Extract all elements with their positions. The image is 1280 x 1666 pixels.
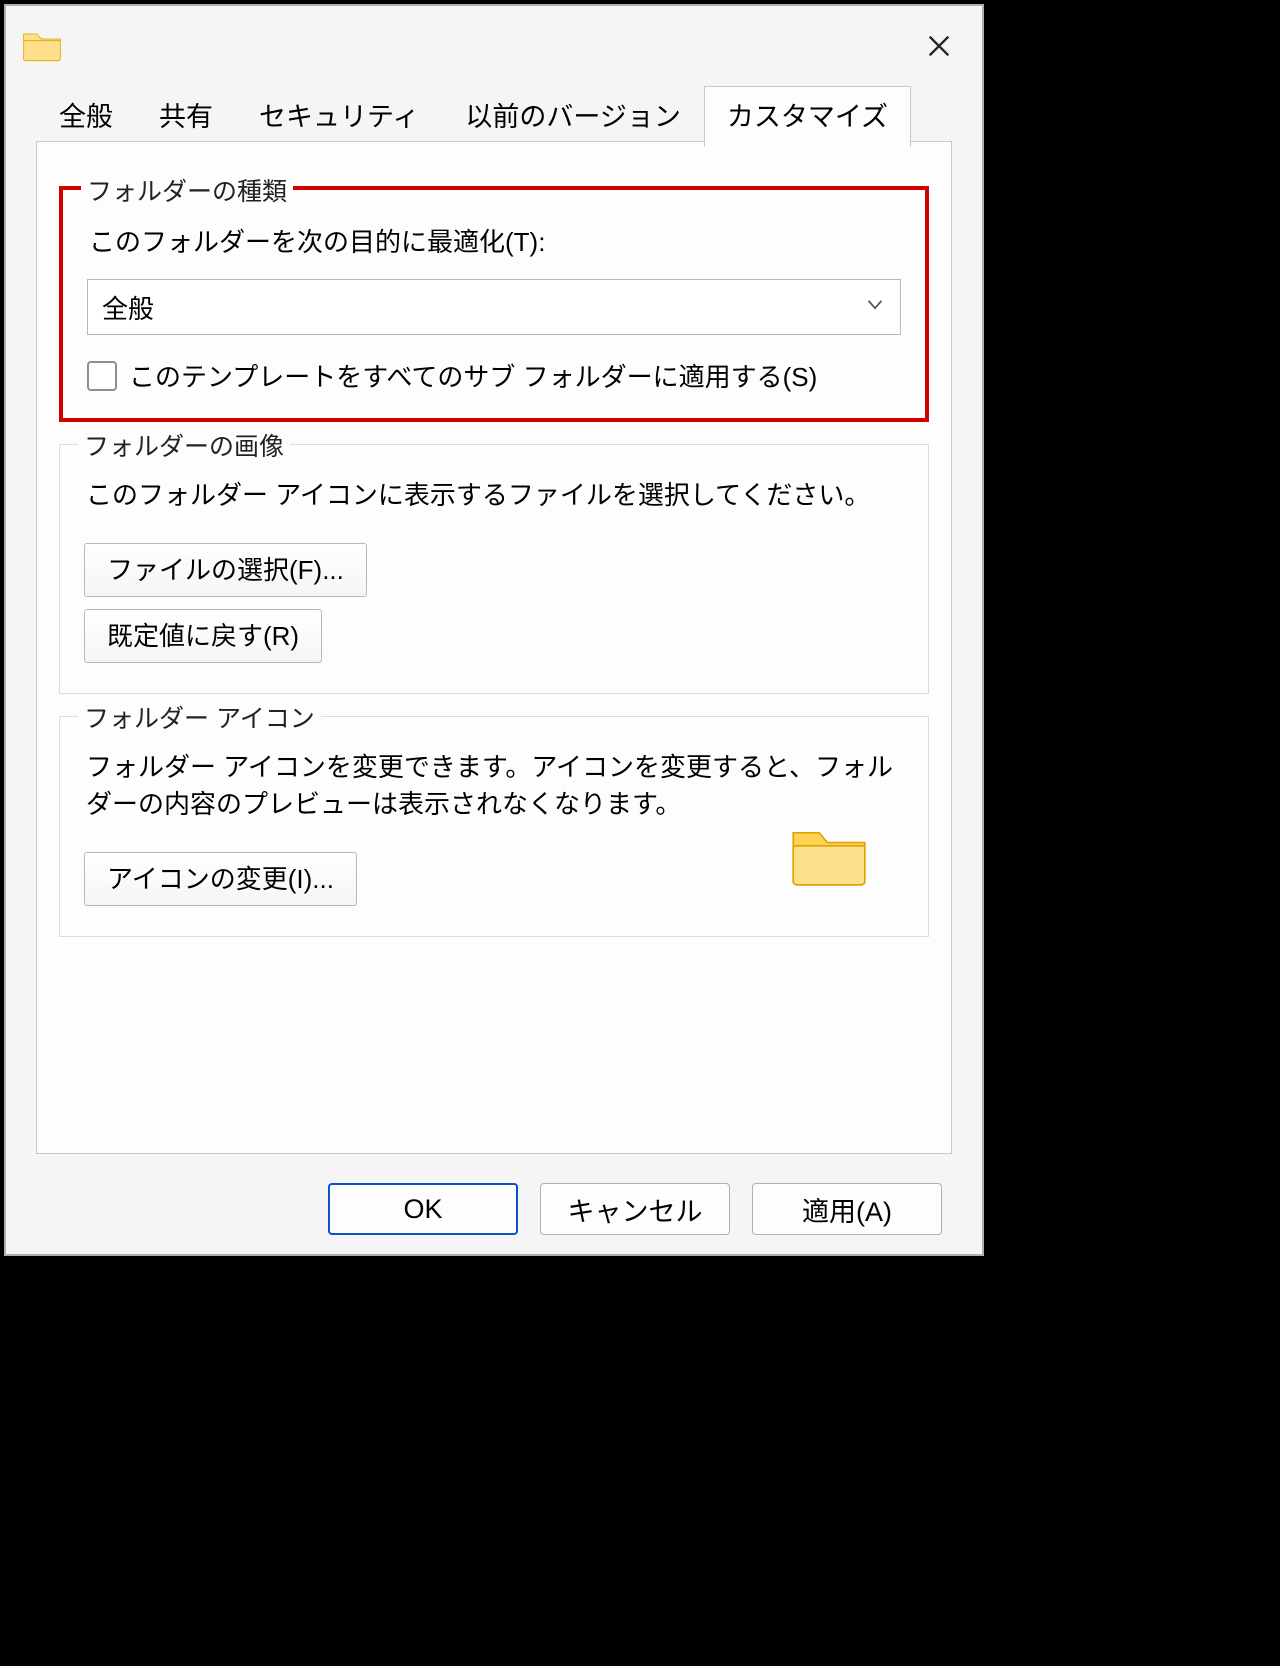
cancel-button[interactable]: キャンセル	[540, 1183, 730, 1235]
optimize-for-combo[interactable]: 全般	[87, 279, 901, 335]
tab-customize[interactable]: カスタマイズ	[704, 86, 911, 147]
folder-icon	[22, 29, 62, 63]
group-folder-image: フォルダーの画像 このフォルダー アイコンに表示するファイルを選択してください。…	[59, 444, 929, 694]
tab-general[interactable]: 全般	[36, 86, 136, 147]
group-folder-type-title: フォルダーの種類	[81, 172, 293, 208]
tab-security[interactable]: セキュリティ	[236, 86, 442, 147]
close-button[interactable]	[904, 16, 974, 76]
choose-file-button[interactable]: ファイルの選択(F)...	[84, 543, 367, 597]
optimize-for-value: 全般	[102, 289, 154, 326]
group-folder-type: フォルダーの種類 このフォルダーを次の目的に最適化(T): 全般 このテンプレー…	[59, 186, 929, 422]
group-folder-icon: フォルダー アイコン フォルダー アイコンを変更できます。アイコンを変更すると、…	[59, 716, 929, 937]
tab-share[interactable]: 共有	[136, 86, 236, 147]
folder-icon-preview	[790, 823, 868, 887]
apply-subfolders-checkbox[interactable]	[87, 361, 117, 391]
folder-image-desc: このフォルダー アイコンに表示するファイルを選択してください。	[86, 477, 902, 515]
optimize-for-label: このフォルダーを次の目的に最適化(T):	[89, 222, 899, 259]
group-folder-image-title: フォルダーの画像	[78, 427, 290, 463]
restore-default-button[interactable]: 既定値に戻す(R)	[84, 609, 322, 663]
folder-icon-desc: フォルダー アイコンを変更できます。アイコンを変更すると、フォルダーの内容のプレ…	[86, 749, 902, 824]
tab-versions[interactable]: 以前のバージョン	[442, 86, 703, 147]
dialog-footer: OK キャンセル 適用(A)	[6, 1164, 982, 1254]
tab-strip: 全般 共有 セキュリティ 以前のバージョン カスタマイズ	[36, 86, 952, 147]
tab-content-customize: フォルダーの種類 このフォルダーを次の目的に最適化(T): 全般 このテンプレー…	[36, 141, 952, 1154]
apply-subfolders-label: このテンプレートをすべてのサブ フォルダーに適用する(S)	[129, 357, 817, 394]
apply-button[interactable]: 適用(A)	[752, 1183, 942, 1235]
titlebar	[6, 6, 982, 86]
ok-button[interactable]: OK	[328, 1183, 518, 1235]
apply-subfolders-row[interactable]: このテンプレートをすべてのサブ フォルダーに適用する(S)	[87, 357, 901, 394]
chevron-down-icon	[864, 292, 886, 323]
change-icon-button[interactable]: アイコンの変更(I)...	[84, 852, 357, 906]
group-folder-icon-title: フォルダー アイコン	[78, 699, 321, 735]
properties-dialog: 全般 共有 セキュリティ 以前のバージョン カスタマイズ フォルダーの種類 この…	[4, 4, 984, 1256]
